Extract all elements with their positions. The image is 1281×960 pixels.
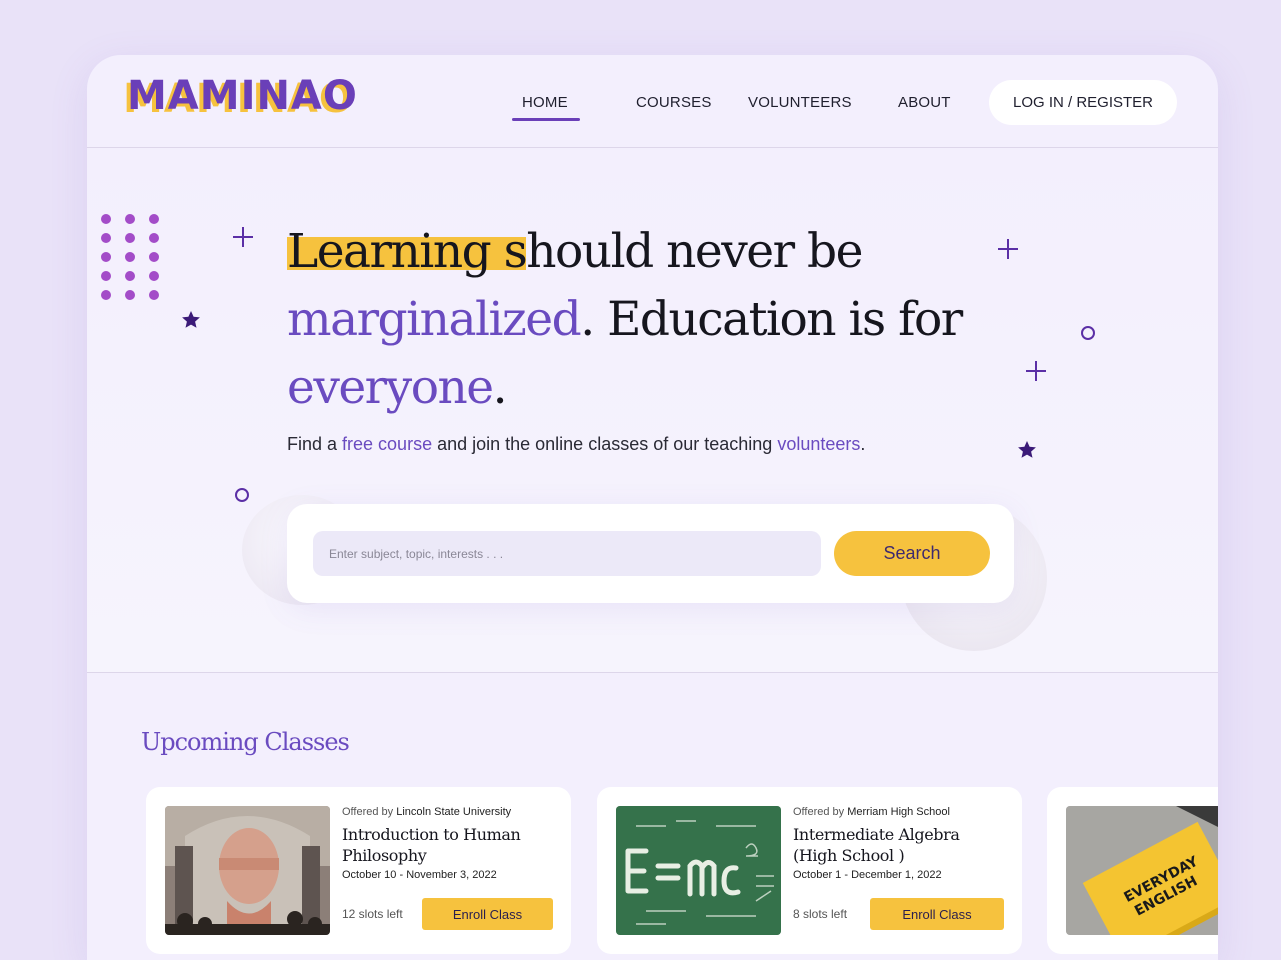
volunteers-link[interactable]: volunteers <box>777 434 860 454</box>
headline-accent: marginalized <box>287 292 582 347</box>
logo[interactable]: MAMINAO <box>127 73 358 123</box>
nav-about[interactable]: ABOUT <box>898 94 951 111</box>
class-card[interactable]: Offered by Merriam High School Intermedi… <box>597 787 1022 954</box>
class-card[interactable]: Offered by Lincoln State University Intr… <box>146 787 571 954</box>
enroll-class-button[interactable]: Enroll Class <box>870 898 1004 930</box>
class-title[interactable]: Intermediate Algebra (High School ) <box>793 824 1003 866</box>
star-decoration <box>182 311 200 328</box>
search-card: Search <box>287 504 1014 603</box>
class-thumbnail: EVERYDAY ENGLISH <box>1066 806 1218 935</box>
class-thumbnail <box>616 806 781 935</box>
dot-grid-decoration <box>101 214 159 300</box>
free-course-link[interactable]: free course <box>342 434 432 454</box>
header: MAMINAO HOME COURSES VOLUNTEERS ABOUT LO… <box>87 55 1218 148</box>
slots-left: 8 slots left <box>793 907 848 921</box>
nav-active-indicator <box>512 118 580 121</box>
ring-decoration <box>1081 326 1095 340</box>
search-input[interactable] <box>313 531 821 576</box>
class-title[interactable]: Introduction to Human Philosophy <box>342 824 552 866</box>
star-decoration <box>1018 441 1036 458</box>
class-thumbnail <box>165 806 330 935</box>
hero-headline: Learning should never be marginalized. E… <box>287 224 963 415</box>
upcoming-classes-title: Upcoming Classes <box>141 728 350 756</box>
nav-volunteers[interactable]: VOLUNTEERS <box>748 94 852 111</box>
plus-decoration <box>233 227 253 247</box>
ring-decoration <box>235 488 249 502</box>
offered-by: Offered by Lincoln State University <box>342 806 512 818</box>
headline-accent: everyone <box>287 360 494 415</box>
class-dates: October 10 - November 3, 2022 <box>342 869 497 881</box>
hero-subline: Find a free course and join the online c… <box>287 434 866 454</box>
login-register-button[interactable]: LOG IN / REGISTER <box>989 80 1177 125</box>
enroll-class-button[interactable]: Enroll Class <box>422 898 553 930</box>
class-card-partial[interactable]: EVERYDAY ENGLISH <box>1047 787 1218 954</box>
page-frame: MAMINAO HOME COURSES VOLUNTEERS ABOUT LO… <box>87 55 1218 960</box>
plus-decoration <box>1026 361 1046 381</box>
offered-by: Offered by Merriam High School <box>793 806 950 818</box>
search-button[interactable]: Search <box>834 531 990 576</box>
nav-courses[interactable]: COURSES <box>636 94 712 111</box>
nav-home[interactable]: HOME <box>522 94 568 111</box>
slots-left: 12 slots left <box>342 907 403 921</box>
class-dates: October 1 - December 1, 2022 <box>793 869 942 881</box>
hero-section: Learning should never be marginalized. E… <box>87 150 1218 673</box>
headline-highlight: Learning s <box>287 224 528 279</box>
